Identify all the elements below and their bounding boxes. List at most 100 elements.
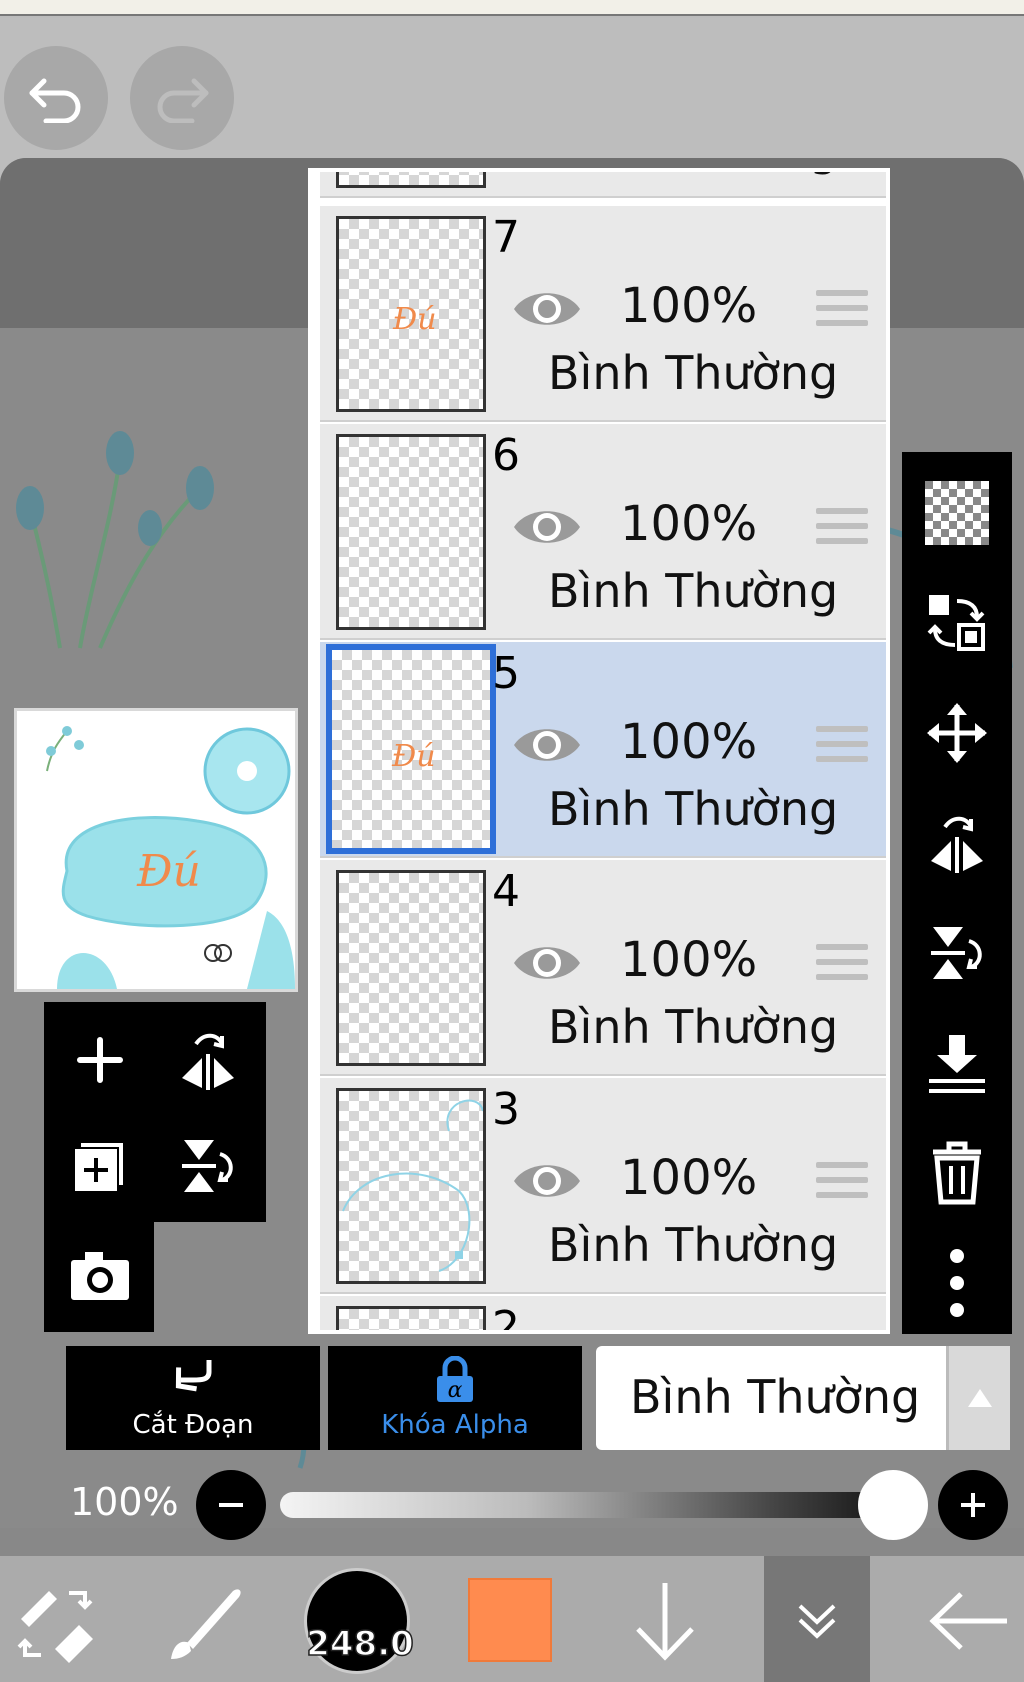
undo-icon bbox=[29, 78, 81, 123]
layer-row-6[interactable]: 6 100% Bình Thường bbox=[320, 424, 886, 640]
brush-eraser-switch-icon bbox=[17, 1591, 93, 1663]
merge-down-button[interactable] bbox=[914, 1020, 1000, 1106]
clipping-arrow-icon bbox=[175, 1360, 212, 1392]
drag-handle-icon[interactable] bbox=[816, 508, 868, 548]
layer-menu-button[interactable] bbox=[764, 1556, 870, 1682]
color-swatch[interactable] bbox=[468, 1578, 552, 1662]
brush-size-value: 248.0 bbox=[305, 1623, 414, 1665]
camera-icon bbox=[71, 1252, 129, 1300]
svg-text:α: α bbox=[448, 1378, 463, 1403]
layer-row-5[interactable]: Đú 5 100% Bình Thường bbox=[320, 642, 886, 858]
opacity-slider-track[interactable] bbox=[280, 1492, 900, 1518]
eye-icon bbox=[514, 729, 580, 761]
redo-icon bbox=[157, 78, 209, 123]
layer-row-4[interactable]: 4 100% Bình Thường bbox=[320, 860, 886, 1076]
layer-blend-mode: Bình Thường bbox=[548, 1000, 839, 1054]
flip-horizontal-button[interactable] bbox=[168, 1020, 248, 1100]
canvas-preview[interactable]: Đú bbox=[14, 708, 298, 992]
flip-layer-horizontal-button[interactable] bbox=[914, 800, 1000, 886]
drag-handle-icon[interactable] bbox=[816, 726, 868, 766]
visibility-toggle[interactable] bbox=[510, 500, 584, 554]
layer-thumbnail bbox=[336, 172, 486, 188]
triangle-up-icon bbox=[967, 1389, 992, 1407]
layer-number: 7 bbox=[492, 212, 520, 263]
layer-blend-mode: Bình Thường bbox=[548, 564, 839, 618]
left-tool-palette bbox=[44, 1002, 266, 1332]
lock-alpha-icon: α bbox=[437, 1356, 473, 1403]
back-button[interactable] bbox=[924, 1576, 1014, 1666]
visibility-toggle[interactable] bbox=[510, 1154, 584, 1208]
double-chevron-down-icon bbox=[798, 1604, 836, 1639]
right-tool-strip bbox=[902, 452, 1012, 1334]
svg-text:Đú: Đú bbox=[391, 739, 436, 774]
layer-opacity: 100% bbox=[620, 278, 758, 334]
layer-blend-mode: Bình Thường bbox=[548, 172, 838, 176]
status-bar bbox=[0, 0, 1024, 16]
layer-number: 5 bbox=[492, 648, 520, 699]
layer-row-partial-top[interactable]: Bình Thường bbox=[320, 172, 886, 198]
top-bar bbox=[0, 18, 1024, 160]
move-icon bbox=[927, 703, 987, 763]
layer-blend-mode: Bình Thường bbox=[548, 782, 839, 836]
flip-horizontal-icon bbox=[931, 816, 983, 873]
eye-icon bbox=[514, 1165, 580, 1197]
drag-handle-icon[interactable] bbox=[816, 1162, 868, 1202]
flip-vertical-icon bbox=[182, 1140, 233, 1192]
arrow-left-icon bbox=[929, 1592, 1007, 1650]
opacity-increase-button[interactable] bbox=[938, 1470, 1008, 1540]
clipping-button[interactable]: Cắt Đoạn bbox=[66, 1346, 320, 1450]
tool-switch-button[interactable] bbox=[10, 1576, 100, 1666]
flip-vertical-button[interactable] bbox=[168, 1126, 248, 1206]
flip-layer-vertical-button[interactable] bbox=[914, 910, 1000, 996]
flip-horizontal-icon bbox=[182, 1033, 234, 1090]
brush-icon bbox=[171, 1589, 241, 1659]
layer-row-3[interactable]: 3 100% Bình Thường bbox=[320, 1078, 886, 1294]
layer-opacity: 100% bbox=[620, 496, 758, 552]
eye-icon bbox=[514, 947, 580, 979]
blend-mode-dropdown[interactable] bbox=[946, 1346, 1010, 1450]
camera-button[interactable] bbox=[60, 1236, 140, 1316]
layer-row-partial-bottom[interactable]: 2 bbox=[320, 1296, 886, 1334]
opacity-slider-thumb[interactable] bbox=[858, 1470, 928, 1540]
minus-icon bbox=[219, 1503, 243, 1507]
undo-button[interactable] bbox=[4, 46, 108, 150]
duplicate-layer-icon bbox=[73, 1141, 125, 1193]
eye-icon bbox=[514, 511, 580, 543]
layer-number: 4 bbox=[492, 866, 520, 917]
swap-layer-button[interactable] bbox=[914, 580, 1000, 666]
layer-thumbnail: Đú bbox=[336, 216, 486, 412]
delete-layer-button[interactable] bbox=[914, 1130, 1000, 1216]
visibility-toggle[interactable] bbox=[510, 718, 584, 772]
swap-icon bbox=[927, 595, 985, 651]
opacity-decrease-button[interactable] bbox=[196, 1470, 266, 1540]
move-button[interactable] bbox=[914, 690, 1000, 776]
layer-number: 2 bbox=[492, 1302, 520, 1334]
layer-row-7[interactable]: Đú 7 100% Bình Thường bbox=[320, 206, 886, 422]
layer-down-button[interactable] bbox=[620, 1576, 710, 1666]
transparency-button[interactable] bbox=[914, 470, 1000, 556]
drag-handle-icon[interactable] bbox=[816, 290, 868, 330]
layer-blend-mode: Bình Thường bbox=[548, 346, 839, 400]
redo-button[interactable] bbox=[130, 46, 234, 150]
arrow-down-icon bbox=[636, 1583, 694, 1661]
add-layer-button[interactable] bbox=[60, 1020, 140, 1100]
visibility-toggle[interactable] bbox=[510, 282, 584, 336]
plus-icon bbox=[77, 1037, 123, 1083]
layer-thumbnail bbox=[336, 1088, 486, 1284]
opacity-control: 100% bbox=[0, 1470, 1024, 1540]
blend-mode-select[interactable]: Bình Thường bbox=[596, 1346, 1010, 1450]
layer-thumbnail: Đú bbox=[326, 644, 496, 854]
more-vertical-icon bbox=[950, 1249, 964, 1317]
layer-thumbnail bbox=[336, 870, 486, 1066]
duplicate-layer-button[interactable] bbox=[60, 1126, 140, 1206]
blend-mode-value: Bình Thường bbox=[630, 1370, 921, 1424]
plus-icon bbox=[961, 1493, 985, 1517]
brush-tool-button[interactable] bbox=[160, 1576, 250, 1666]
visibility-toggle[interactable] bbox=[510, 936, 584, 990]
layer-number: 6 bbox=[492, 430, 520, 481]
alpha-lock-button[interactable]: α Khóa Alpha bbox=[328, 1346, 582, 1450]
drag-handle-icon[interactable] bbox=[816, 944, 868, 984]
layer-number: 3 bbox=[492, 1084, 520, 1135]
more-options-button[interactable] bbox=[914, 1240, 1000, 1326]
layer-panel[interactable]: Bình Thường Đú 7 100% Bình Thường 6 bbox=[308, 168, 890, 1334]
